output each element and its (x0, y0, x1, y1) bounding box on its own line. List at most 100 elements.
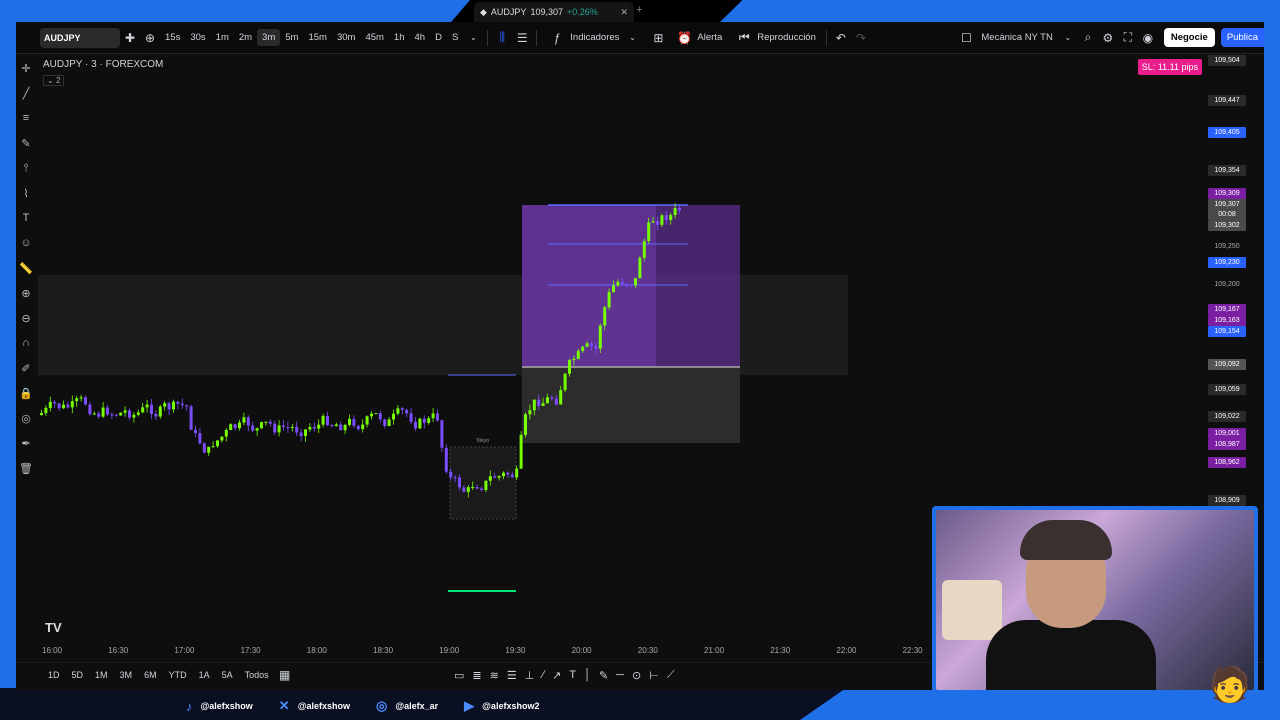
stream-frame-top-left (0, 0, 470, 22)
range-1A[interactable]: 1A (193, 670, 216, 680)
social-link[interactable]: ◎ @alefx_ar (376, 698, 438, 714)
search-icon[interactable]: ⌕ (1078, 30, 1098, 45)
fib-extension-icon[interactable]: ≋ (490, 669, 499, 682)
interval-1h[interactable]: 1h (389, 29, 410, 46)
x-icon: ✕ (278, 698, 290, 713)
alert-button[interactable]: ⏰ Alerta (668, 31, 728, 45)
text-tool-icon[interactable]: T (569, 669, 576, 681)
candle-body (343, 424, 347, 431)
fullscreen-icon[interactable]: ⛶ (1118, 30, 1138, 45)
trend-icon[interactable]: ⟋ (667, 669, 675, 682)
pattern-icon[interactable]: ⌇ (23, 187, 28, 208)
long-position-icon[interactable]: ⊢ (649, 669, 659, 682)
interval-5m[interactable]: 5m (280, 29, 303, 46)
interval-D[interactable]: D (430, 29, 447, 46)
candle-body (150, 404, 153, 414)
candle-body (154, 413, 158, 417)
range-5D[interactable]: 5D (66, 670, 90, 680)
interval-S[interactable]: S (447, 29, 463, 46)
path-icon[interactable]: ∕ (542, 669, 544, 681)
cursor-icon[interactable]: ✛ (21, 62, 30, 83)
replay-button[interactable]: ⏮ Reproducción (728, 30, 822, 45)
interval-30s[interactable]: 30s (185, 29, 210, 46)
redo-icon[interactable]: ↷ (851, 31, 871, 45)
candle-body (70, 401, 74, 408)
candle-body (62, 404, 65, 409)
candle-body (189, 406, 193, 430)
brush-icon[interactable]: ✎ (21, 137, 30, 158)
lock-icon[interactable]: 🔒 (19, 387, 33, 408)
symbol-search-button[interactable]: AUDJPY (40, 27, 120, 48)
range-Todos[interactable]: Todos (239, 670, 275, 680)
horizontal-line-icon[interactable]: ─ (616, 669, 624, 681)
interval-30m[interactable]: 30m (332, 29, 360, 46)
brush-tool-icon[interactable]: ✎ (599, 669, 608, 682)
zoom-in-icon[interactable]: ⊕ (21, 287, 30, 308)
gear-icon[interactable]: ⚙ (1098, 31, 1118, 45)
pencil-lock-icon[interactable]: ✐ (21, 362, 30, 383)
candle-body (233, 424, 237, 429)
indicators-button[interactable]: ƒ Indicadores ⌄ (541, 31, 648, 45)
ruler-icon[interactable]: 📏 (19, 262, 33, 283)
social-link[interactable]: ✕ @alefxshow (279, 698, 350, 714)
range-1D[interactable]: 1D (42, 670, 66, 680)
interval-45m[interactable]: 45m (360, 29, 388, 46)
layout-name[interactable]: Mecánica NY TN (976, 29, 1057, 46)
new-tab-icon[interactable]: + (636, 4, 642, 16)
crosshair-icon[interactable]: ⊙ (632, 669, 641, 682)
trend-line-icon[interactable]: ╱ (23, 87, 30, 108)
layout-icon[interactable]: ☐ (956, 31, 976, 45)
interval-2m[interactable]: 2m (234, 29, 257, 46)
publish-button[interactable]: Publica (1220, 28, 1264, 47)
interval-1m[interactable]: 1m (211, 29, 234, 46)
vertical-line-icon[interactable]: │ (584, 669, 591, 681)
compare-icon[interactable]: ✚ (120, 31, 140, 45)
range-YTD[interactable]: YTD (163, 670, 193, 680)
social-link[interactable]: ▶ @alefxshow2 (464, 698, 539, 714)
zoom-out-icon[interactable]: ⊖ (21, 312, 30, 333)
magnet-icon[interactable]: ∩ (22, 337, 30, 358)
candle-body (229, 424, 233, 430)
price-axis[interactable]: 109,504 109,447 109,405 109,354 109,309 109,3… (1208, 55, 1248, 515)
pen-icon[interactable]: ✒ (21, 437, 30, 458)
fib-icon[interactable]: ≡ (23, 112, 29, 133)
range-3M[interactable]: 3M (114, 670, 139, 680)
range-6M[interactable]: 6M (138, 670, 163, 680)
trash-icon[interactable]: 🗑 (19, 462, 33, 483)
candle-body (198, 433, 202, 444)
interval-3m[interactable]: 3m (257, 29, 281, 46)
interval-15m[interactable]: 15m (303, 29, 331, 46)
social-link[interactable]: ♪ @alefxshow (186, 699, 253, 714)
close-icon[interactable]: ✕ (620, 7, 628, 18)
chart-type-icon[interactable]: ☰ (512, 31, 532, 45)
interval-15s[interactable]: 15s (160, 29, 185, 46)
indicators-collapse[interactable]: ⌄ 2 (43, 75, 65, 86)
candle-body (660, 215, 664, 225)
range-1M[interactable]: 1M (89, 670, 114, 680)
pitchfork-icon[interactable]: ⫯ (24, 162, 29, 183)
range-5A[interactable]: 5A (216, 670, 239, 680)
text-icon[interactable]: T (23, 212, 30, 233)
arrow-line-icon[interactable]: ↗ (552, 669, 561, 682)
replay-label: Reproducción (757, 32, 816, 43)
emoji-icon[interactable]: ☺ (20, 237, 31, 258)
eye-icon[interactable]: ◎ (21, 412, 31, 433)
price-label: 109,167 (1208, 304, 1246, 315)
interval-4h[interactable]: 4h (410, 29, 431, 46)
divider (487, 29, 489, 46)
browser-tab[interactable]: ◆ AUDJPY 109,307 +0.26% ✕ (474, 2, 634, 22)
add-symbol-icon[interactable]: ⊕ (140, 31, 160, 45)
chevron-down-icon[interactable]: ⌄ (463, 33, 483, 42)
date-range-icon[interactable]: ▦ (275, 668, 295, 682)
fib-retracement-icon[interactable]: ≣ (472, 669, 481, 682)
chevron-down-icon[interactable]: ⌄ (1058, 33, 1078, 42)
camera-icon[interactable]: ◉ (1138, 31, 1158, 45)
candle-body (352, 418, 356, 426)
candles-icon[interactable]: ⫼ (492, 30, 512, 45)
measure-icon[interactable]: ⊥ (525, 669, 535, 682)
rectangle-icon[interactable]: ▭ (454, 669, 464, 682)
horizontal-lines-icon[interactable]: ☰ (507, 669, 517, 682)
templates-icon[interactable]: ⊞ (648, 31, 668, 45)
undo-icon[interactable]: ↶ (831, 31, 851, 45)
trade-button[interactable]: Negocie (1163, 28, 1215, 47)
